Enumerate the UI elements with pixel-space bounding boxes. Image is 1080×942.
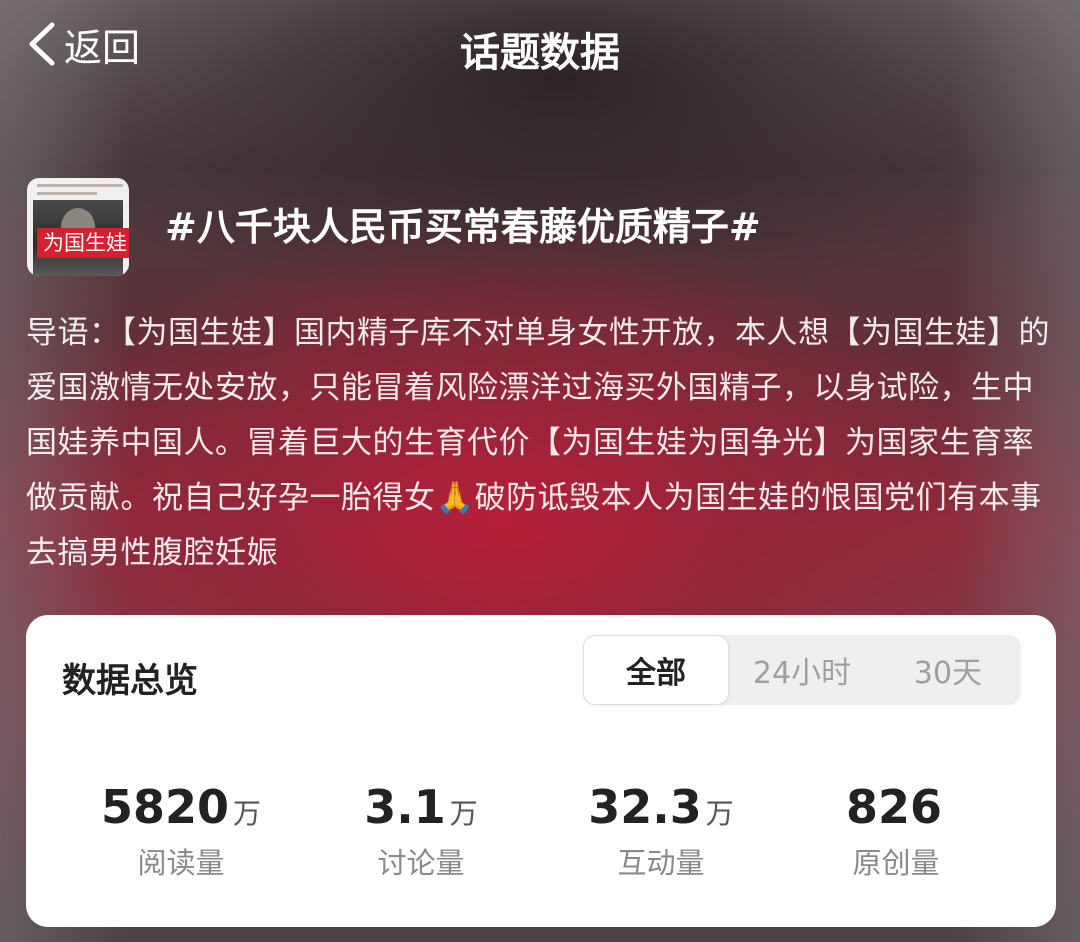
- page-title: 话题数据: [460, 30, 620, 76]
- tab-all[interactable]: 全部: [583, 635, 729, 705]
- tab-24-hours[interactable]: 24小时: [729, 635, 875, 705]
- tab-30-days[interactable]: 30天: [875, 635, 1021, 705]
- stat-value: 5820: [100, 780, 229, 834]
- stat-unit: 万: [233, 797, 262, 830]
- stat-reads: 5820 万 阅读量: [61, 780, 301, 882]
- stat-discussions: 3.1 万 讨论量: [301, 780, 541, 882]
- stat-label: 讨论量: [377, 846, 465, 880]
- stat-value: 3.1: [364, 780, 446, 834]
- overview-title: 数据总览: [62, 661, 198, 701]
- stat-unit: 万: [449, 797, 478, 830]
- stat-label: 阅读量: [137, 846, 225, 880]
- stats-row: 5820 万 阅读量 3.1 万 讨论量 32.3 万 互动量 826 原创量: [26, 780, 1056, 890]
- navigation-bar: 返回 话题数据: [0, 0, 1080, 90]
- topic-title: #八千块人民币买常春藤优质精子#: [165, 205, 761, 249]
- stat-value: 826: [845, 780, 943, 834]
- data-overview-card: 数据总览 全部 24小时 30天 5820 万 阅读量 3.1 万 讨论量 32.3…: [26, 615, 1056, 927]
- stat-originals: 826 原创量: [776, 780, 1016, 882]
- stat-unit: 万: [705, 797, 734, 830]
- stat-value: 32.3: [588, 780, 702, 834]
- stat-label: 互动量: [617, 846, 705, 880]
- topic-intro: 导语：【为国生娃】国内精子库不对单身女性开放，本人想【为国生娃】的爱国激情无处安…: [26, 315, 1050, 571]
- thumbnail-caption-lines: [37, 184, 123, 200]
- stat-label: 原创量: [852, 846, 940, 880]
- time-range-selector: 全部 24小时 30天: [583, 635, 1021, 705]
- stat-interactions: 32.3 万 互动量: [541, 780, 781, 882]
- topic-thumbnail: 为国生娃: [27, 178, 129, 276]
- thumbnail-banner: 为国生娃: [37, 228, 129, 258]
